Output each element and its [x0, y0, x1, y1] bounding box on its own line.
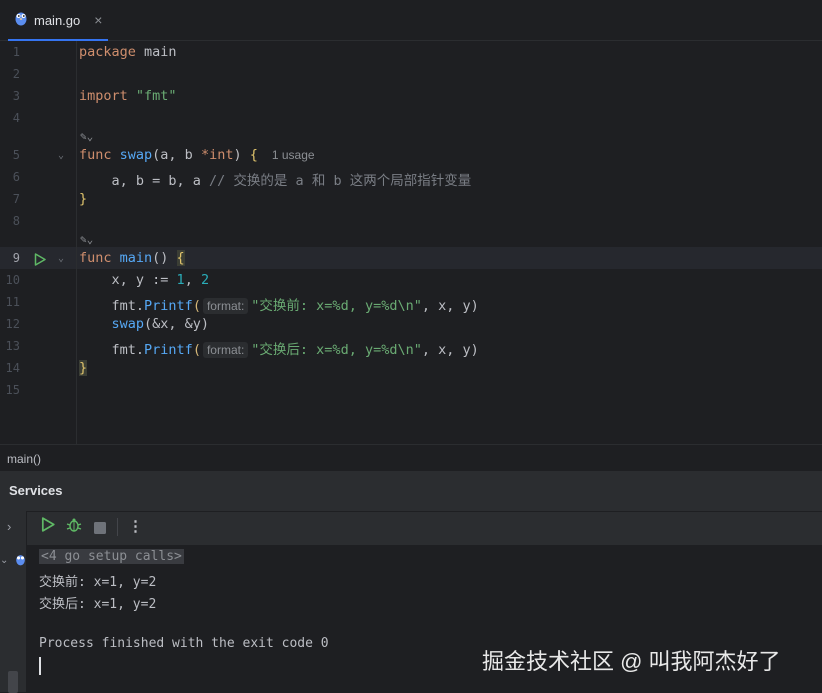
- line-number: 15: [5, 383, 20, 397]
- ai-hint-icon[interactable]: ✎⌄: [80, 233, 93, 246]
- tab-title: main.go: [34, 12, 81, 28]
- number-literal: 1: [176, 272, 185, 288]
- line-number: 10: [5, 273, 20, 287]
- code-line: fmt.Printf(format: "交换后: x=%d, y=%d\n", x…: [79, 338, 479, 358]
- breadcrumb[interactable]: main(): [7, 452, 41, 466]
- collapse-chevron-icon[interactable]: ⌄: [0, 555, 8, 566]
- keyword: package: [79, 44, 136, 60]
- console-line: 交换后: x=1, y=2: [39, 597, 157, 612]
- stop-icon[interactable]: [94, 521, 106, 539]
- keyword: func: [79, 250, 112, 266]
- tab-main-go[interactable]: main.go ×: [8, 0, 109, 41]
- code-line: func main() {: [79, 250, 185, 266]
- services-toolbar: [0, 511, 822, 546]
- string-literal: "交换后: x=%d, y=%d\n": [251, 342, 422, 358]
- keyword: import: [79, 88, 128, 104]
- close-tab-icon[interactable]: ×: [94, 12, 102, 28]
- setup-calls-folded[interactable]: <4 go setup calls>: [39, 549, 184, 564]
- breadcrumb-bar: main(): [0, 444, 822, 472]
- param-hint: format:: [202, 342, 249, 358]
- code-line: func swap(a, b *int) {1 usage: [79, 147, 315, 163]
- brace: {: [176, 250, 185, 266]
- editor-tab-bar: main.go ×: [0, 0, 822, 41]
- line-number: 6: [12, 170, 20, 184]
- line-number: 9: [12, 251, 20, 265]
- fold-chevron-icon[interactable]: ⌄: [58, 150, 64, 161]
- code-comment: // 交换的是 a 和 b 这两个局部指针变量: [209, 173, 472, 189]
- line-number: 7: [12, 192, 20, 206]
- text-cursor: [39, 657, 41, 675]
- scrollbar-thumb[interactable]: [8, 671, 18, 693]
- console-line: 交换前: x=1, y=2: [39, 575, 157, 590]
- function-name: Printf: [144, 298, 193, 314]
- ai-hint-icon[interactable]: ✎⌄: [80, 130, 93, 143]
- code-text: fmt.: [79, 342, 145, 358]
- function-name: main: [111, 250, 153, 266]
- console-line: Process finished with the exit code 0: [39, 636, 329, 651]
- paren: (: [192, 298, 201, 314]
- run-icon[interactable]: [41, 517, 55, 537]
- code-text: (): [152, 250, 177, 266]
- code-line: package main: [79, 44, 177, 60]
- code-text: , x, y): [421, 342, 479, 358]
- param-hint: format:: [202, 298, 249, 314]
- debug-icon[interactable]: [66, 517, 82, 538]
- code-line: }: [79, 360, 88, 376]
- code-line: fmt.Printf(format: "交换前: x=%d, y=%d\n", x…: [79, 294, 479, 314]
- string-literal: "交换前: x=%d, y=%d\n": [251, 298, 422, 314]
- gopher-icon: [14, 10, 28, 31]
- line-number: 11: [5, 295, 20, 309]
- function-name: Printf: [144, 342, 193, 358]
- code-text: ): [233, 147, 250, 163]
- keyword: func: [79, 147, 112, 163]
- code-text: (a, b: [152, 147, 201, 163]
- code-text: fmt.: [79, 298, 145, 314]
- code-text: (&x, &y): [144, 316, 210, 332]
- function-name: swap: [111, 147, 153, 163]
- brace: }: [79, 191, 88, 207]
- line-number: 14: [5, 361, 20, 375]
- code-editor[interactable]: 1 2 3 4 5 6 7 8 9 10 11 12 13 14 15 ⌄ ⌄ …: [0, 41, 822, 444]
- watermark-text: 掘金技术社区 @ 叫我阿杰好了: [482, 649, 781, 674]
- expand-chevron-icon[interactable]: ›: [7, 519, 11, 534]
- code-line: a, b = b, a // 交换的是 a 和 b 这两个局部指针变量: [79, 169, 472, 189]
- line-number: 1: [12, 45, 20, 59]
- code-text: , x, y): [421, 298, 479, 314]
- services-title: Services: [9, 483, 63, 498]
- services-header: Services: [0, 471, 822, 511]
- code-line: }: [79, 191, 87, 207]
- line-number: 4: [12, 111, 20, 125]
- string-literal: "fmt": [127, 88, 177, 104]
- code-line: swap(&x, &y): [79, 316, 210, 332]
- console-line: <4 go setup calls>: [39, 549, 184, 564]
- brace: }: [79, 360, 88, 376]
- code-line: import "fmt": [79, 88, 177, 104]
- number-literal: 2: [200, 272, 210, 288]
- line-number: 3: [12, 89, 20, 103]
- code-text: x, y :=: [79, 272, 177, 288]
- more-options-icon[interactable]: ⋮: [128, 517, 143, 535]
- line-number: 5: [12, 148, 20, 162]
- function-name: swap: [111, 316, 145, 332]
- gutter-divider: [76, 41, 77, 444]
- code-text: main: [135, 44, 177, 60]
- usage-hint[interactable]: 1 usage: [272, 148, 315, 162]
- line-number: 8: [12, 214, 20, 228]
- line-number: 2: [12, 67, 20, 81]
- code-line: x, y := 1, 2: [79, 272, 210, 288]
- line-number: 13: [5, 339, 20, 353]
- code-text: a, b = b, a: [79, 173, 210, 189]
- toolbar-separator: [117, 518, 118, 536]
- fold-chevron-icon[interactable]: ⌄: [58, 253, 64, 264]
- code-text: ,: [184, 272, 201, 288]
- services-tree-panel: › ⌄: [0, 511, 27, 693]
- line-number: 12: [5, 317, 20, 331]
- run-gutter-icon[interactable]: [34, 251, 46, 270]
- type-name: *int: [200, 147, 234, 163]
- paren: (: [192, 342, 201, 358]
- gopher-icon: [15, 553, 26, 571]
- brace: {: [249, 147, 258, 163]
